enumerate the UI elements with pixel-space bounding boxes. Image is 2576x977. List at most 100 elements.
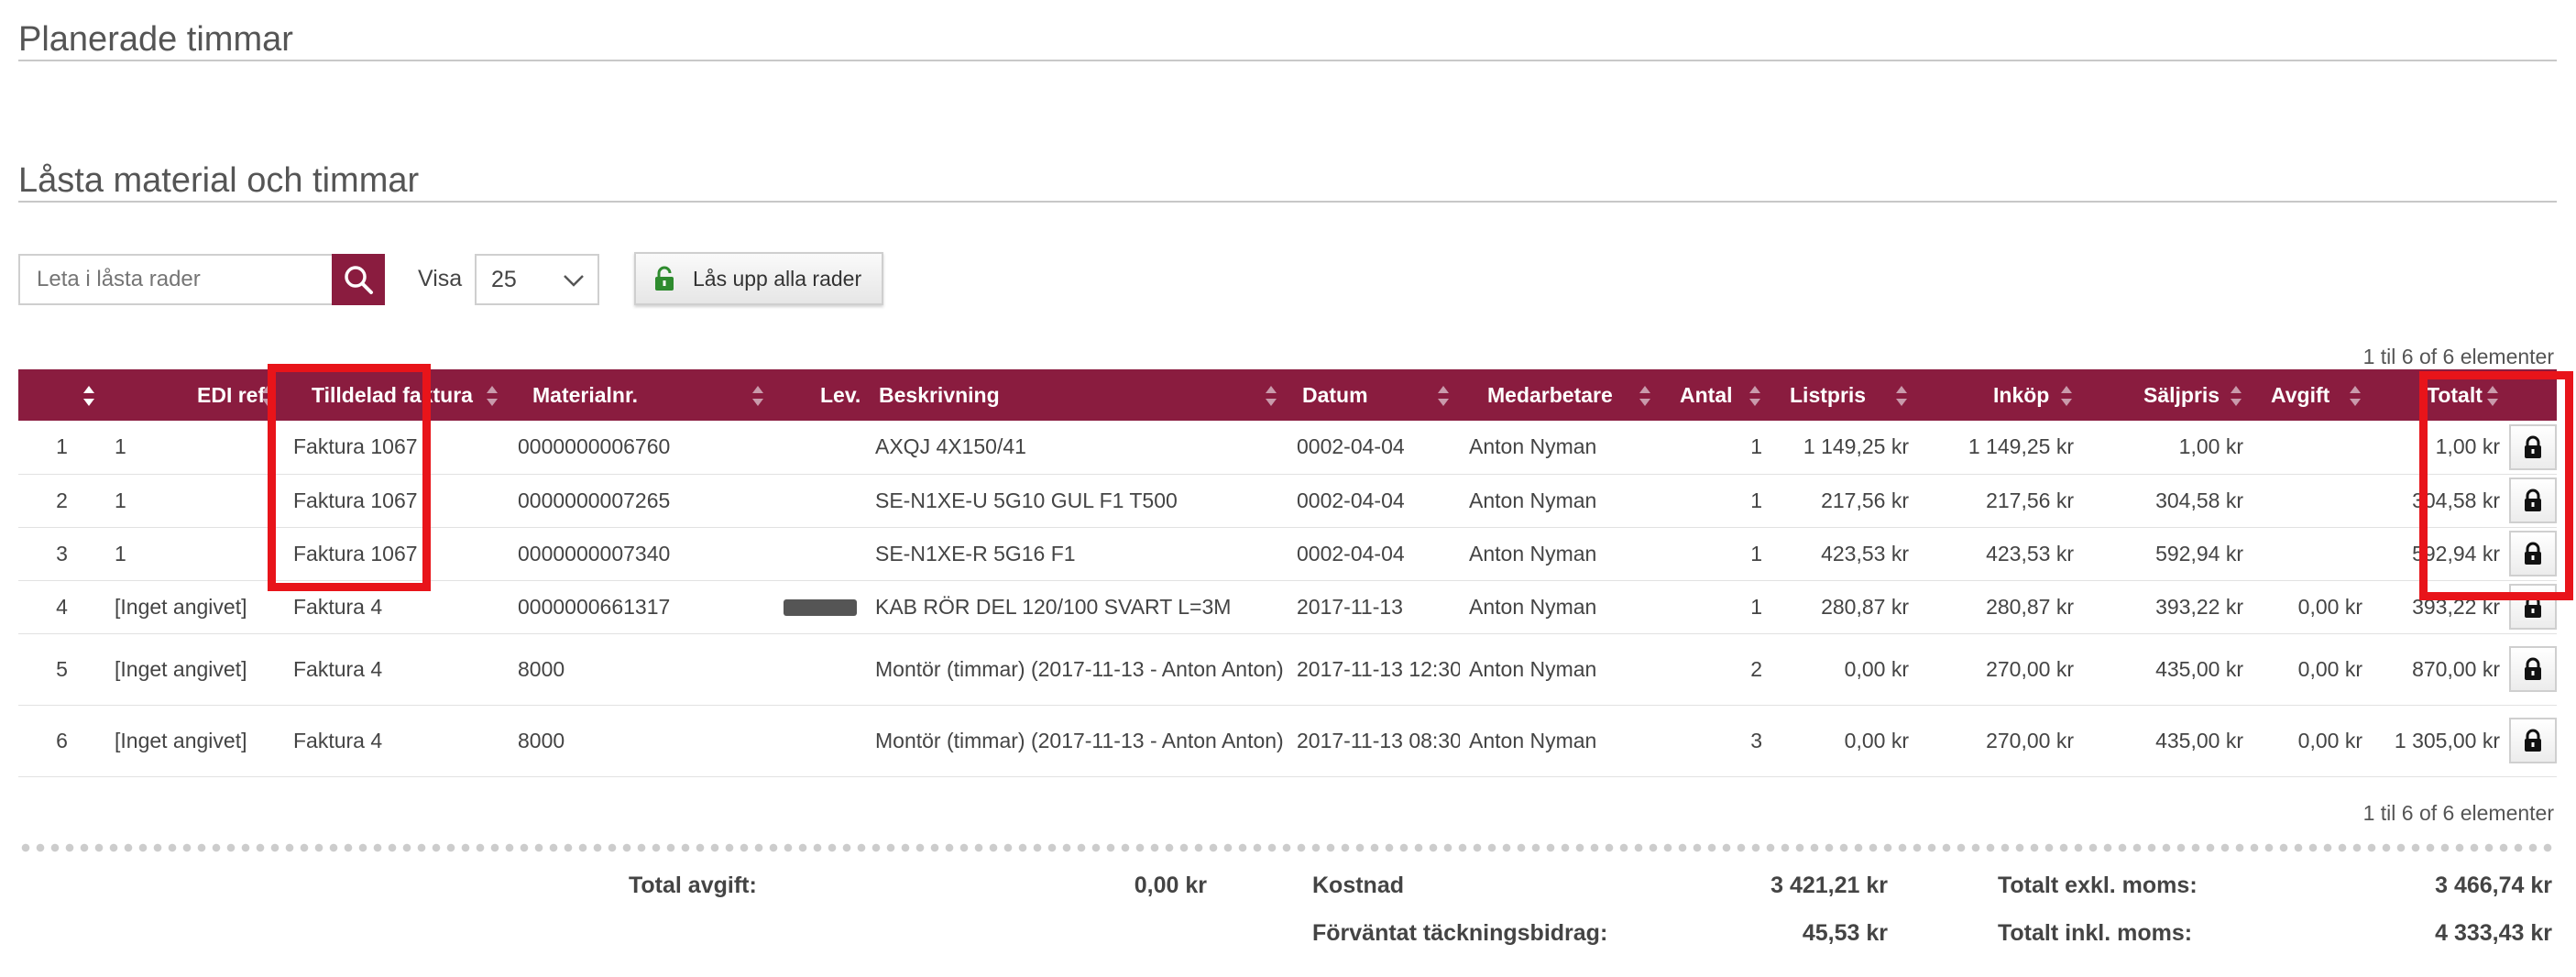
cell-row-index: 3 [18, 527, 105, 581]
cell-date: 2017-11-13 [1288, 580, 1460, 634]
highlight-invoice-column [268, 364, 431, 591]
cell-row-index: 1 [18, 421, 105, 475]
cell-assigned-invoice: Faktura 4 [284, 705, 509, 777]
cell-list-price: 1 149,25 kr [1771, 421, 1918, 475]
cell-employee: Anton Nyman [1460, 474, 1661, 528]
section-divider [18, 201, 2557, 203]
column-header-description[interactable]: Beskrivning [866, 369, 1288, 421]
cell-purchase-price: 423,53 kr [1918, 527, 2083, 581]
cell-supplier [774, 474, 866, 528]
unlock-all-button[interactable]: Lås upp alla rader [634, 252, 883, 305]
sort-icon [487, 386, 498, 406]
cell-material-number: 0000000007340 [509, 527, 774, 581]
cell-description: Montör (timmar) (2017-11-13 - Anton Anto… [866, 705, 1288, 777]
cell-supplier [774, 705, 866, 777]
column-header-date[interactable]: Datum [1288, 369, 1460, 421]
highlight-total-lock-column [2419, 371, 2573, 600]
unlock-all-label: Lås upp alla rader [693, 266, 862, 291]
cost-label: Kostnad [1312, 873, 1404, 898]
column-header-fee[interactable]: Avgift [2253, 369, 2372, 421]
cell-quantity: 2 [1661, 633, 1771, 706]
cell-date: 2017-11-13 12:30 [1288, 633, 1460, 706]
search-icon [345, 266, 373, 294]
column-header-edi[interactable]: EDI ref. [105, 369, 284, 421]
cell-edi-ref: [Inget angivet] [105, 633, 284, 706]
column-header-list-price[interactable]: Listpris [1771, 369, 1918, 421]
lock-icon [2525, 657, 2541, 680]
cell-description: KAB RÖR DEL 120/100 SVART L=3M [866, 580, 1288, 634]
sort-icon [752, 386, 763, 406]
cell-purchase-price: 1 149,25 kr [1918, 421, 2083, 475]
cell-sale-price: 393,22 kr [2083, 580, 2253, 634]
cell-description: Montör (timmar) (2017-11-13 - Anton Anto… [866, 633, 1288, 706]
cell-supplier [774, 421, 866, 475]
cell-edi-ref: 1 [105, 527, 284, 581]
cell-quantity: 1 [1661, 474, 1771, 528]
column-header-quantity[interactable]: Antal [1661, 369, 1771, 421]
cell-sale-price: 1,00 kr [2083, 421, 2253, 475]
page-size-value: 25 [491, 266, 517, 292]
table-row: 6 [Inget angivet] Faktura 4 8000 Montör (tim… [18, 705, 2557, 777]
sort-icon [1438, 386, 1449, 406]
sort-icon [2061, 386, 2072, 406]
show-label: Visa [418, 266, 463, 291]
cell-list-price: 280,87 kr [1771, 580, 1918, 634]
cell-fee [2253, 527, 2372, 581]
sort-icon [2350, 386, 2361, 406]
column-header-index[interactable] [18, 369, 105, 421]
cell-supplier [774, 580, 866, 634]
cost-value: 3 421,21 kr [1770, 873, 1888, 898]
total-excl-vat-label: Totalt exkl. moms: [1998, 873, 2198, 898]
pager-info-bottom: 1 til 6 of 6 elementer [2362, 801, 2554, 825]
cell-quantity: 3 [1661, 705, 1771, 777]
cell-material-number: 8000 [509, 705, 774, 777]
cell-row-index: 4 [18, 580, 105, 634]
cell-purchase-price: 270,00 kr [1918, 633, 2083, 706]
column-header-sale-price[interactable]: Säljpris [2083, 369, 2253, 421]
cell-lock [2509, 705, 2557, 777]
cell-row-index: 2 [18, 474, 105, 528]
cell-edi-ref: [Inget angivet] [105, 580, 284, 634]
cell-description: SE-N1XE-U 5G10 GUL F1 T500 [866, 474, 1288, 528]
cell-sale-price: 304,58 kr [2083, 474, 2253, 528]
cell-employee: Anton Nyman [1460, 580, 1661, 634]
total-fee-label: Total avgift: [629, 873, 757, 898]
unlock-row-button[interactable] [2509, 646, 2557, 692]
sort-icon [83, 386, 94, 406]
sort-icon [2231, 386, 2242, 406]
total-incl-vat-label: Totalt inkl. moms: [1998, 920, 2193, 946]
column-header-supplier: Lev. [820, 382, 861, 407]
cell-description: SE-N1XE-R 5G16 F1 [866, 527, 1288, 581]
column-header-purchase[interactable]: Inköp [1918, 369, 2083, 421]
cell-material-number: 0000000007265 [509, 474, 774, 528]
cell-description: AXQJ 4X150/41 [866, 421, 1288, 475]
sort-icon [1266, 386, 1277, 406]
cell-fee: 0,00 kr [2253, 633, 2372, 706]
expected-margin-value: 45,53 kr [1802, 920, 1888, 946]
unlock-icon [655, 266, 674, 291]
total-fee-value: 0,00 kr [1134, 873, 1207, 898]
page-size-select[interactable]: 25 [475, 254, 599, 305]
cell-material-number: 8000 [509, 633, 774, 706]
pager-info-top: 1 til 6 of 6 elementer [2362, 345, 2554, 368]
section-divider [18, 60, 2557, 61]
chevron-down-icon [564, 275, 584, 287]
planned-hours-title: Planerade timmar [18, 20, 293, 59]
cell-material-number: 0000000661317 [509, 580, 774, 634]
cell-row-index: 6 [18, 705, 105, 777]
search-input[interactable] [18, 254, 334, 305]
cell-employee: Anton Nyman [1460, 527, 1661, 581]
cell-list-price: 423,53 kr [1771, 527, 1918, 581]
search-button[interactable] [332, 254, 385, 305]
column-header-material[interactable]: Materialnr. [509, 369, 774, 421]
cell-date: 2017-11-13 08:30 [1288, 705, 1460, 777]
cell-total: 1 305,00 kr [2372, 705, 2509, 777]
column-header-employee[interactable]: Medarbetare [1460, 369, 1661, 421]
cell-sale-price: 435,00 kr [2083, 705, 2253, 777]
cell-edi-ref: 1 [105, 421, 284, 475]
cell-employee: Anton Nyman [1460, 705, 1661, 777]
cell-list-price: 217,56 kr [1771, 474, 1918, 528]
cell-sale-price: 435,00 kr [2083, 633, 2253, 706]
unlock-row-button[interactable] [2509, 718, 2557, 763]
cell-edi-ref: [Inget angivet] [105, 705, 284, 777]
